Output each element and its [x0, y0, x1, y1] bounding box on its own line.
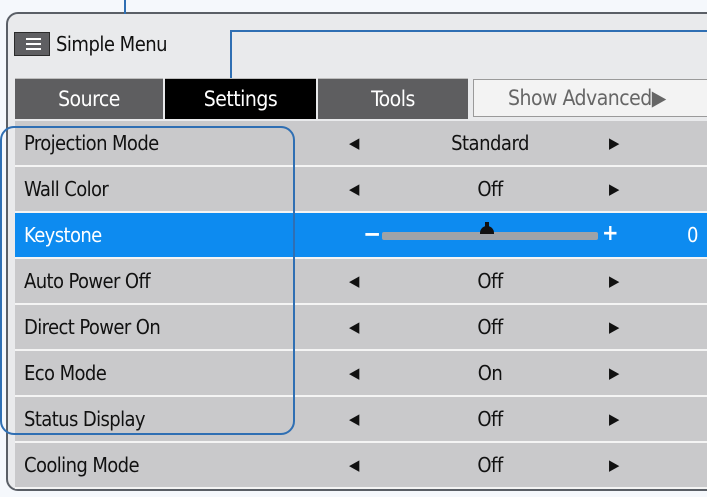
arrow-left-icon[interactable]: ◀ [349, 121, 359, 165]
arrow-left-icon[interactable]: ◀ [349, 305, 359, 349]
tab-source[interactable]: Source [15, 78, 163, 119]
show-advanced-button[interactable]: Show Advanced▶ [473, 79, 707, 117]
setting-value: 0 [687, 223, 699, 247]
setting-value: Off [477, 177, 503, 201]
arrow-right-icon[interactable]: ▶ [609, 397, 619, 441]
setting-value: Off [477, 269, 503, 293]
setting-value: Off [477, 315, 503, 339]
window-title: Simple Menu [56, 32, 168, 56]
tab-settings[interactable]: Settings [165, 78, 316, 119]
slider-handle[interactable] [480, 226, 494, 234]
arrow-right-icon[interactable]: ▶ [609, 443, 619, 487]
arrow-left-icon[interactable]: ◀ [349, 259, 359, 303]
setting-cooling-mode[interactable]: Cooling Mode ◀ Off ▶ [15, 443, 707, 489]
arrow-left-icon[interactable]: ◀ [349, 443, 359, 487]
slider-plus-icon[interactable]: + [602, 213, 619, 255]
setting-label: Cooling Mode [24, 453, 140, 477]
callout-leader-tab [230, 30, 232, 80]
setting-value: Off [477, 453, 503, 477]
arrow-left-icon[interactable]: ◀ [349, 351, 359, 395]
tab-bar: Source Settings Tools Show Advanced▶ [15, 78, 707, 119]
arrow-right-icon[interactable]: ▶ [609, 167, 619, 211]
slider-minus-icon[interactable]: − [363, 213, 381, 255]
arrow-left-icon[interactable]: ◀ [349, 167, 359, 211]
arrow-right-icon[interactable]: ▶ [609, 121, 619, 165]
arrow-left-icon[interactable]: ◀ [349, 397, 359, 441]
callout-leader-title [124, 0, 126, 14]
setting-value: Off [477, 407, 503, 431]
callout-leader-tab-h [230, 30, 707, 32]
title-bar: Simple Menu [14, 26, 168, 62]
setting-value: Standard [451, 131, 529, 155]
tab-tools[interactable]: Tools [318, 78, 468, 119]
setting-value: On [477, 361, 503, 385]
arrow-right-icon[interactable]: ▶ [609, 305, 619, 349]
menu-icon [14, 32, 50, 56]
labels-callout-box [0, 126, 295, 435]
arrow-right-icon[interactable]: ▶ [609, 351, 619, 395]
arrow-right-icon[interactable]: ▶ [609, 259, 619, 303]
